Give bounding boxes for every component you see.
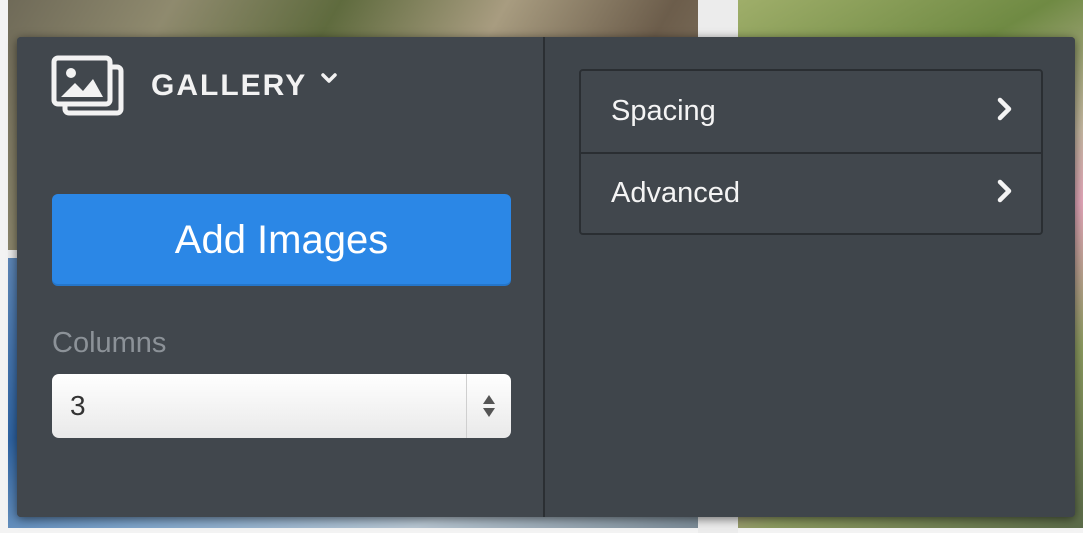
options-menu: Spacing Advanced [579,69,1043,235]
columns-select-value: 3 [70,390,86,421]
chevron-down-icon[interactable] [321,72,337,90]
menu-item-label: Advanced [611,177,740,209]
chevron-right-icon [997,97,1013,126]
gallery-settings-panel: GALLERY Add Images Columns 3 Spacing Adv… [17,37,1075,517]
menu-item-label: Spacing [611,95,716,127]
select-arrows-icon[interactable] [466,374,511,438]
add-images-button[interactable]: Add Images [52,194,511,286]
columns-select[interactable]: 3 [52,374,511,438]
columns-label: Columns [52,327,167,359]
gallery-options-section: Spacing Advanced [545,37,1075,517]
menu-item-spacing[interactable]: Spacing [581,71,1041,152]
gallery-editor-screen: GALLERY Add Images Columns 3 Spacing Adv… [0,0,1083,533]
gallery-header[interactable]: GALLERY [51,55,337,117]
chevron-right-icon [997,179,1013,208]
gallery-title: GALLERY [151,69,308,102]
gallery-main-section: GALLERY Add Images Columns 3 [17,37,545,517]
gallery-icon [51,55,125,117]
menu-item-advanced[interactable]: Advanced [581,152,1041,233]
